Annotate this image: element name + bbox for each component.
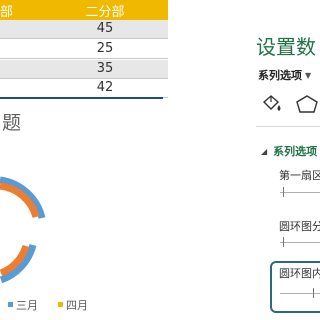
paint-bucket-icon[interactable] bbox=[260, 93, 284, 115]
slider-track bbox=[280, 192, 320, 193]
chevron-down-icon: ▼ bbox=[305, 71, 312, 80]
header-cell-second-branch[interactable]: 二分部 bbox=[84, 1, 126, 20]
pentagon-icon[interactable] bbox=[295, 94, 319, 114]
series-options-label: 系列选项 bbox=[258, 69, 302, 82]
first-slice-angle-slider[interactable] bbox=[280, 187, 320, 197]
legend-label: 四月 bbox=[66, 299, 88, 312]
slider-thumb[interactable] bbox=[283, 237, 284, 247]
table-row: 42 bbox=[0, 79, 168, 98]
table-selection-border bbox=[0, 97, 163, 99]
divider bbox=[256, 126, 320, 127]
first-slice-angle-label: 第一扇区 bbox=[279, 169, 320, 182]
table-cell[interactable]: 45 bbox=[84, 21, 126, 36]
legend-swatch bbox=[8, 302, 13, 307]
table-row: 35 bbox=[0, 60, 168, 79]
section-label: 系列选项 bbox=[273, 145, 318, 158]
worksheet-area: 部 二分部 45 25 35 42 题 三月 四月 bbox=[0, 0, 168, 320]
pane-title: 设置数 bbox=[256, 35, 316, 59]
table-cell[interactable]: 25 bbox=[84, 41, 126, 56]
collapse-triangle-icon: ◢ bbox=[261, 147, 268, 156]
legend-item[interactable]: 三月 bbox=[8, 297, 38, 313]
donut-explosion-label: 圆环图分 bbox=[279, 220, 320, 233]
table-header-row: 部 二分部 bbox=[0, 0, 168, 20]
series-options-section-header[interactable]: ◢ 系列选项 bbox=[261, 143, 317, 159]
donut-chart[interactable] bbox=[0, 130, 168, 296]
chart-legend: 三月 四月 bbox=[0, 297, 168, 313]
slider-track bbox=[280, 293, 320, 294]
header-cell-partial[interactable]: 部 bbox=[0, 1, 13, 20]
format-data-series-pane: 设置数 系列选项 ▼ ◢ 系列选项 第一扇区 圆环图分 圆环图内 bbox=[243, 0, 320, 320]
slider-thumb[interactable] bbox=[313, 288, 314, 298]
series-options-dropdown[interactable]: 系列选项 ▼ bbox=[258, 67, 311, 83]
legend-label: 三月 bbox=[16, 299, 38, 312]
table-row: 45 bbox=[0, 20, 168, 39]
slider-track bbox=[280, 242, 320, 243]
table-cell[interactable]: 42 bbox=[84, 80, 126, 95]
donut-hole-size-slider[interactable] bbox=[280, 288, 320, 298]
legend-item[interactable]: 四月 bbox=[58, 297, 88, 313]
legend-swatch bbox=[58, 302, 63, 307]
table-row: 25 bbox=[0, 40, 168, 59]
donut-inner-ring-segment[interactable] bbox=[0, 182, 40, 219]
donut-hole-size-label: 圆环图内 bbox=[279, 267, 320, 280]
slider-thumb[interactable] bbox=[283, 187, 284, 197]
donut-explosion-slider[interactable] bbox=[280, 237, 320, 247]
table-cell[interactable]: 35 bbox=[84, 61, 126, 76]
